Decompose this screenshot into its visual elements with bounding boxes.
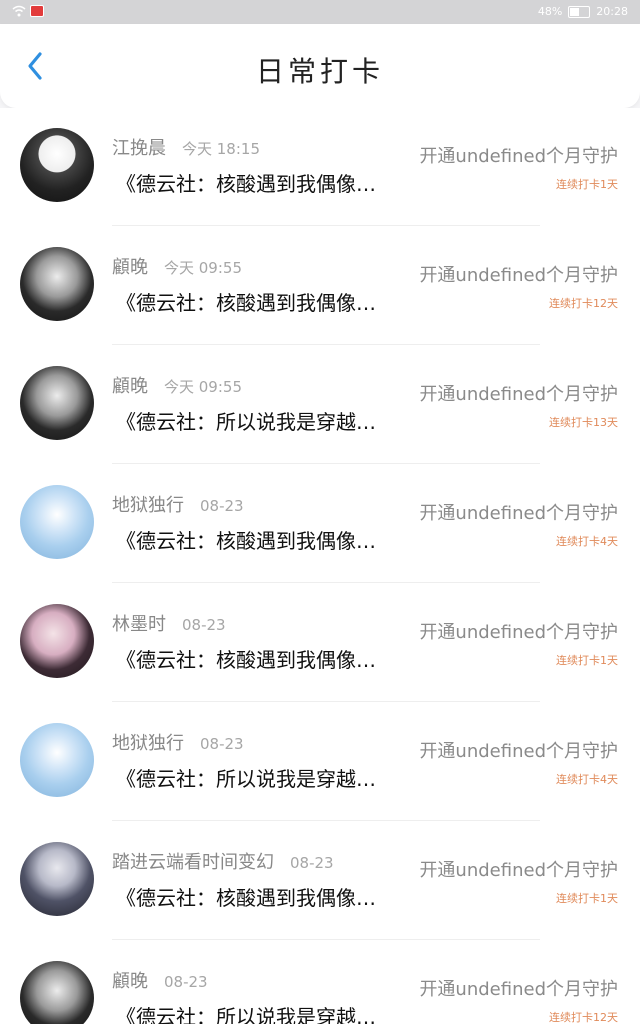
battery-icon (568, 5, 591, 18)
avatar[interactable] (20, 961, 94, 1024)
streak-badge: 连续打卡1天 (556, 654, 618, 667)
user-name-text: 林墨时 (112, 614, 166, 635)
checkin-message[interactable]: 《德云社：所以说我是穿越… (116, 763, 418, 792)
post-time: 08-23 (182, 616, 226, 634)
guard-subscription-link[interactable]: 开通undefined个月守护 (419, 975, 618, 1001)
streak-badge: 连续打卡1天 (556, 892, 618, 905)
post-time: 08-23 (200, 497, 244, 515)
wifi-icon (12, 5, 26, 17)
guard-subscription-link[interactable]: 开通undefined个月守护 (419, 618, 618, 644)
checkin-message[interactable]: 《德云社：核酸遇到我偶像… (116, 644, 418, 673)
streak-badge: 连续打卡12天 (549, 1011, 618, 1024)
user-name[interactable]: 顧晚 今天 09:55 (112, 253, 242, 279)
user-name-text: 顧晚 (112, 971, 148, 992)
page-title: 日常打卡 (255, 55, 384, 88)
streak-badge: 连续打卡12天 (549, 297, 618, 310)
post-time: 08-23 (164, 973, 208, 991)
row-divider (112, 582, 540, 583)
streak-badge: 连续打卡1天 (556, 178, 618, 191)
status-time: 20:28 (596, 5, 628, 18)
avatar[interactable] (20, 723, 94, 797)
checkin-message[interactable]: 《德云社：核酸遇到我偶像… (116, 168, 418, 197)
post-time: 今天 09:55 (164, 259, 242, 277)
status-left (12, 5, 44, 17)
user-name[interactable]: 顧晚 今天 09:55 (112, 372, 242, 398)
checkin-list[interactable]: 江挽晨 今天 18:15 《德云社：核酸遇到我偶像… 开通undefined个月守护连… (0, 108, 640, 1024)
user-name-text: 顧晚 (112, 376, 148, 397)
checkin-message[interactable]: 《德云社：核酸遇到我偶像… (116, 287, 418, 316)
user-name[interactable]: 林墨时 08-23 (112, 610, 226, 636)
post-time: 今天 09:55 (164, 378, 242, 396)
streak-badge: 连续打卡13天 (549, 416, 618, 429)
user-name[interactable]: 地狱独行 08-23 (112, 491, 244, 517)
row-divider (112, 344, 540, 345)
nav-bar: 日常打卡 (0, 24, 640, 108)
post-time: 今天 18:15 (182, 140, 260, 158)
list-item[interactable]: 顧晚 今天 09:55 《德云社：所以说我是穿越… 开通undefined个月守护连续… (0, 346, 640, 464)
guard-subscription-link[interactable]: 开通undefined个月守护 (419, 380, 618, 406)
row-divider (112, 820, 540, 821)
user-name[interactable]: 踏进云端看时间变幻 08-23 (112, 848, 334, 874)
user-name-text: 顧晚 (112, 257, 148, 278)
list-item[interactable]: 顧晚 今天 09:55 《德云社：核酸遇到我偶像… 开通undefined个月守护连续… (0, 227, 640, 345)
streak-badge: 连续打卡4天 (556, 535, 618, 548)
avatar[interactable] (20, 128, 94, 202)
list-item[interactable]: 顧晚 08-23 《德云社：所以说我是穿越… 开通undefined个月守护连续打卡1… (0, 941, 640, 1024)
list-item[interactable]: 踏进云端看时间变幻 08-23 《德云社：核酸遇到我偶像… 开通undefined个月… (0, 822, 640, 940)
user-name[interactable]: 地狱独行 08-23 (112, 729, 244, 755)
post-time: 08-23 (290, 854, 334, 872)
list-item[interactable]: 林墨时 08-23 《德云社：核酸遇到我偶像… 开通undefined个月守护连续打卡… (0, 584, 640, 702)
list-item[interactable]: 江挽晨 今天 18:15 《德云社：核酸遇到我偶像… 开通undefined个月守护连… (0, 108, 640, 226)
avatar[interactable] (20, 485, 94, 559)
checkin-message[interactable]: 《德云社：核酸遇到我偶像… (116, 882, 418, 911)
battery-percent: 48% (537, 5, 563, 18)
avatar[interactable] (20, 247, 94, 321)
checkin-message[interactable]: 《德云社：所以说我是穿越… (116, 406, 418, 435)
list-item[interactable]: 地狱独行 08-23 《德云社：所以说我是穿越… 开通undefined个月守护连续打… (0, 703, 640, 821)
streak-badge: 连续打卡4天 (556, 773, 618, 786)
row-divider (112, 463, 540, 464)
guard-subscription-link[interactable]: 开通undefined个月守护 (419, 261, 618, 287)
user-name-text: 江挽晨 (112, 138, 166, 159)
guard-subscription-link[interactable]: 开通undefined个月守护 (419, 737, 618, 763)
row-divider (112, 701, 540, 702)
guard-subscription-link[interactable]: 开通undefined个月守护 (419, 142, 618, 168)
post-time: 08-23 (200, 735, 244, 753)
status-right: 48% 20:28 (538, 5, 628, 18)
guard-subscription-link[interactable]: 开通undefined个月守护 (419, 856, 618, 882)
user-name[interactable]: 江挽晨 今天 18:15 (112, 134, 260, 160)
user-name-text: 地狱独行 (112, 495, 184, 516)
user-name[interactable]: 顧晚 08-23 (112, 967, 208, 993)
user-name-text: 地狱独行 (112, 733, 184, 754)
row-divider (112, 939, 540, 940)
avatar[interactable] (20, 366, 94, 440)
user-name-text: 踏进云端看时间变幻 (112, 852, 274, 873)
checkin-message[interactable]: 《德云社：所以说我是穿越… (116, 1001, 418, 1024)
avatar[interactable] (20, 604, 94, 678)
checkin-message[interactable]: 《德云社：核酸遇到我偶像… (116, 525, 418, 554)
avatar[interactable] (20, 842, 94, 916)
guard-subscription-link[interactable]: 开通undefined个月守护 (419, 499, 618, 525)
notification-icon (30, 5, 44, 17)
row-divider (112, 225, 540, 226)
list-item[interactable]: 地狱独行 08-23 《德云社：核酸遇到我偶像… 开通undefined个月守护连续打… (0, 465, 640, 583)
status-bar: 48% 20:28 (0, 0, 640, 24)
